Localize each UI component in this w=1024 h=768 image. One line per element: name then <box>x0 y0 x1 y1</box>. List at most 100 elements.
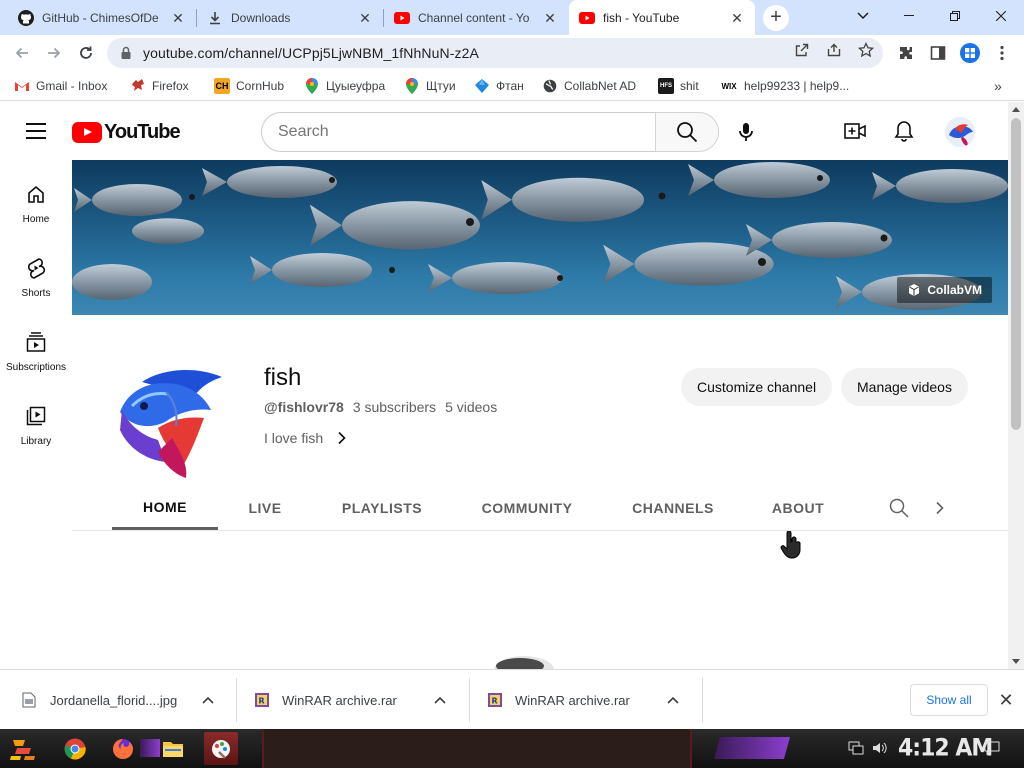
address-bar[interactable]: youtube.com/channel/UCPpj5LjwNBM_1fNhNuN… <box>107 38 883 68</box>
download-item[interactable]: R WinRAR archive.rar <box>487 678 681 722</box>
show-all-downloads-button[interactable]: Show all <box>910 684 988 716</box>
channel-name: fish <box>264 364 302 391</box>
tab-search-chevron-icon[interactable] <box>840 0 886 32</box>
tab-community[interactable]: COMMUNITY <box>470 486 584 530</box>
minimize-button[interactable] <box>886 0 932 32</box>
taskbar-chrome[interactable] <box>58 732 92 765</box>
youtube-masthead: YouTube Search <box>0 102 1008 160</box>
banner-link-collabvm[interactable]: CollabVM <box>897 277 992 303</box>
side-panel-icon[interactable] <box>928 43 948 63</box>
taskbar-clock[interactable]: 4:12 AM <box>898 735 993 763</box>
start-button[interactable] <box>6 732 40 765</box>
share-icon[interactable] <box>826 42 842 58</box>
volume-icon[interactable] <box>872 740 888 756</box>
guide-menu-icon[interactable] <box>26 123 46 139</box>
bookmark-maps-2[interactable]: Щтуи <box>404 77 456 95</box>
youtube-logo[interactable]: YouTube <box>72 120 181 144</box>
back-button[interactable] <box>9 40 35 66</box>
open-in-app-icon[interactable] <box>794 42 810 58</box>
menu-kebab-icon[interactable] <box>992 43 1012 63</box>
tab-downloads[interactable]: Downloads ✕ <box>197 0 383 35</box>
tab-playlists[interactable]: PLAYLISTS <box>330 486 434 530</box>
network-icon[interactable] <box>848 740 864 756</box>
tab-channels[interactable]: CHANNELS <box>622 486 724 530</box>
tab-live[interactable]: LIVE <box>232 486 298 530</box>
wix-icon: WIX <box>721 81 737 91</box>
bookmark-label: Фтан <box>496 79 524 93</box>
subscriber-count: 3 subscribers <box>352 399 437 415</box>
action-center-icon[interactable] <box>984 740 1000 756</box>
tab-home[interactable]: HOME <box>112 486 218 530</box>
bookmark-cornhub[interactable]: CH CornHub <box>214 77 284 95</box>
chevron-up-icon[interactable] <box>665 693 681 707</box>
chevron-up-icon[interactable] <box>200 693 216 707</box>
create-video-icon[interactable] <box>843 119 867 143</box>
tab-about[interactable]: ABOUT <box>764 486 832 530</box>
voice-search-button[interactable] <box>728 114 764 150</box>
tabs-scroll-right-icon[interactable] <box>928 496 952 520</box>
page-scrollbar[interactable] <box>1008 102 1024 669</box>
bookmark-shit[interactable]: HFS shit <box>658 77 699 95</box>
taskbar-firefox[interactable] <box>106 732 140 765</box>
lock-icon[interactable] <box>119 46 133 60</box>
search-button[interactable] <box>655 112 719 152</box>
forward-button[interactable] <box>41 40 67 66</box>
bookmark-label: shit <box>680 79 699 93</box>
bookmark-maps-1[interactable]: Цуыеуфра <box>304 77 385 95</box>
channel-search-icon[interactable] <box>887 496 911 520</box>
scroll-down-arrow-icon[interactable] <box>1012 659 1020 664</box>
taskbar-active-app[interactable] <box>204 732 238 765</box>
bookmark-ftan[interactable]: Фтан <box>474 77 524 95</box>
more-bookmarks-button[interactable]: » <box>994 77 1002 95</box>
sidebar-item-shorts[interactable]: Shorts <box>0 238 72 312</box>
download-item[interactable]: Jordanella_florid....jpg <box>22 678 216 722</box>
extensions-icon[interactable] <box>896 43 916 63</box>
bookmark-firefox[interactable]: Firefox <box>130 77 189 95</box>
download-separator <box>236 678 237 722</box>
channel-handle: @fishlovr78 <box>264 399 344 415</box>
home-icon <box>24 182 48 206</box>
bookmark-star-icon[interactable] <box>858 42 874 58</box>
bookmark-collabnet[interactable]: CollabNet AD <box>542 77 636 95</box>
sidebar-item-subscriptions[interactable]: Subscriptions <box>0 312 72 386</box>
close-tab-icon[interactable]: ✕ <box>357 10 373 26</box>
new-tab-button[interactable]: + <box>763 5 789 31</box>
download-item[interactable]: R WinRAR archive.rar <box>254 678 448 722</box>
bookmark-label: Firefox <box>152 79 189 93</box>
search-input[interactable]: Search <box>261 112 656 152</box>
customize-channel-button[interactable]: Customize channel <box>681 368 833 406</box>
youtube-icon <box>579 10 595 26</box>
youtube-play-icon <box>72 121 102 143</box>
close-download-shelf-icon[interactable]: ✕ <box>996 690 1016 710</box>
globe-icon <box>542 78 558 94</box>
channel-description-link[interactable]: I love fish <box>264 430 347 446</box>
reload-button[interactable] <box>73 40 99 66</box>
tab-github[interactable]: GitHub - ChimesOfDe ✕ <box>8 0 196 35</box>
close-tab-icon[interactable]: ✕ <box>170 10 186 26</box>
bookmarks-bar: Gmail - Inbox Firefox CH CornHub Цуыеуфр… <box>0 71 1024 101</box>
scrollbar-thumb[interactable] <box>1011 118 1021 430</box>
account-avatar[interactable] <box>945 117 975 147</box>
bookmark-help[interactable]: WIX help99233 | help9... <box>720 77 849 95</box>
sidebar-item-home[interactable]: Home <box>0 164 72 238</box>
restore-button[interactable] <box>932 0 978 32</box>
close-tab-icon[interactable]: ✕ <box>542 10 558 26</box>
manage-videos-button[interactable]: Manage videos <box>841 368 968 406</box>
close-tab-icon[interactable]: ✕ <box>729 10 745 26</box>
notifications-bell-icon[interactable] <box>892 119 916 143</box>
sidebar-item-library[interactable]: Library <box>0 386 72 460</box>
scroll-up-arrow-icon[interactable] <box>1012 107 1020 112</box>
taskbar-window-preview <box>262 729 692 768</box>
download-filename: WinRAR archive.rar <box>282 692 397 708</box>
download-separator <box>702 678 703 722</box>
close-window-button[interactable] <box>978 0 1024 32</box>
channel-meta: @fishlovr78 3 subscribers 5 videos <box>264 399 497 415</box>
youtube-studio-icon <box>394 10 410 26</box>
profile-icon[interactable] <box>960 43 980 63</box>
bookmark-gmail[interactable]: Gmail - Inbox <box>14 77 107 95</box>
tab-title: Channel content - Yo <box>418 10 530 25</box>
taskbar-file-explorer[interactable] <box>156 732 190 765</box>
chevron-up-icon[interactable] <box>432 693 448 707</box>
tab-fish-youtube[interactable]: fish - YouTube ✕ <box>569 0 755 35</box>
tab-channel-content[interactable]: Channel content - Yo ✕ <box>384 0 568 35</box>
